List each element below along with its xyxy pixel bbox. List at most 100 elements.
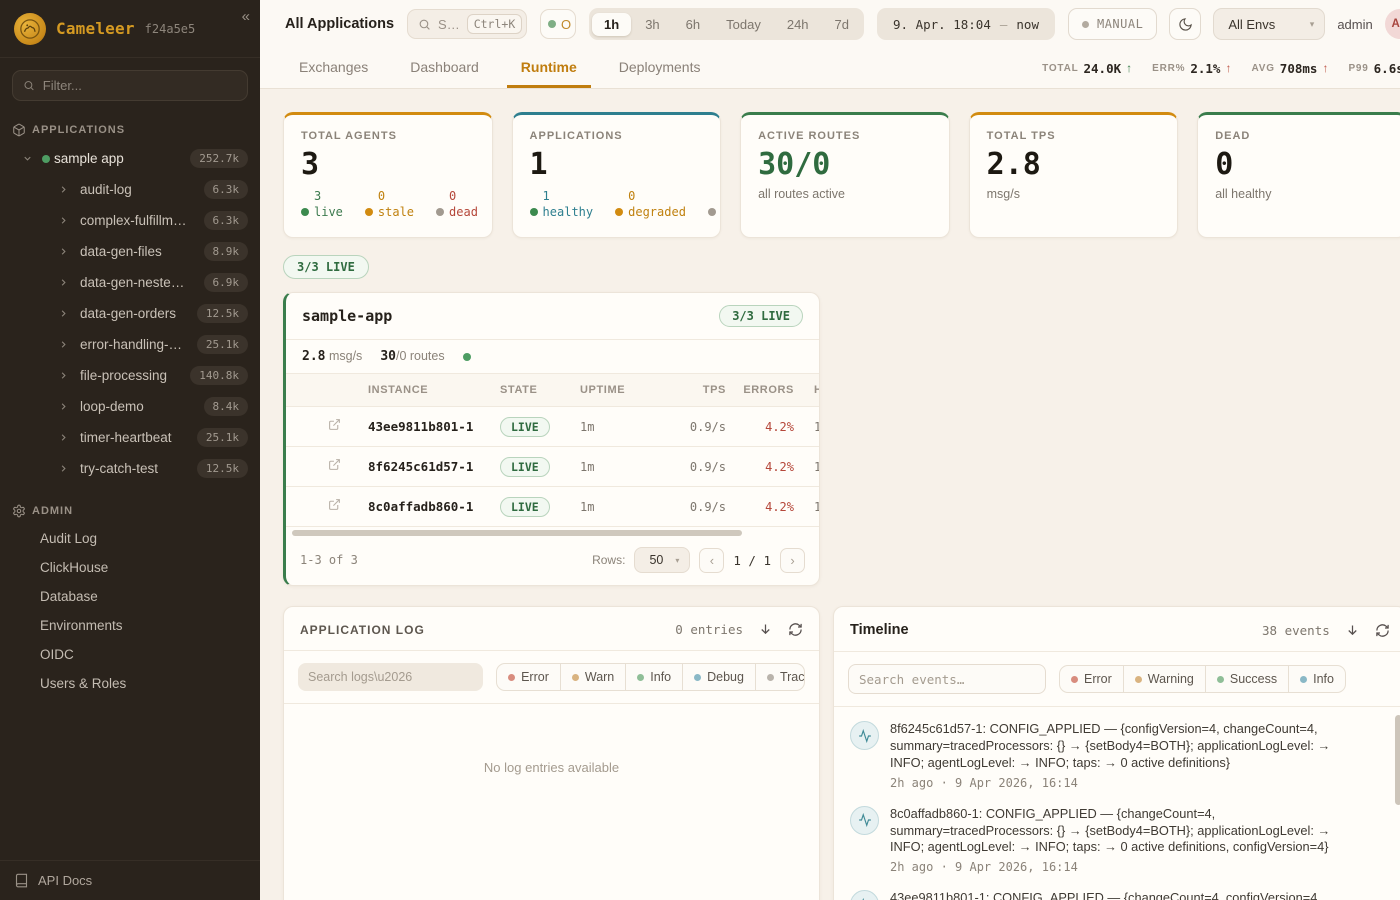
table-row[interactable]: 8c0affadb860-1 LIVE 1m 0.9/s 4.2% 1 <box>286 487 819 527</box>
card-subtitle: msg/s <box>987 187 1161 201</box>
chevron-right-icon[interactable] <box>58 246 74 257</box>
live-overview-chip[interactable]: 3/3 LIVE <box>283 255 369 279</box>
sidebar-item-error-handling[interactable]: error-handling-…25.1k <box>0 329 260 360</box>
error-dot <box>1071 676 1078 683</box>
tree-item-label: timer-heartbeat <box>80 430 172 445</box>
time-range-1h[interactable]: 1h <box>592 13 631 36</box>
admin-section-header: ADMIN <box>0 496 260 524</box>
search-hint-text: S… <box>438 17 460 32</box>
chevron-right-icon[interactable] <box>58 401 74 412</box>
sidebar-item-data-gen-orders[interactable]: data-gen-orders12.5k <box>0 298 260 329</box>
table-row[interactable]: 43ee9811b801-1 LIVE 1m 0.9/s 4.2% 1 <box>286 407 819 447</box>
time-range-24h[interactable]: 24h <box>775 13 821 36</box>
chevron-down-icon[interactable] <box>22 153 38 164</box>
timeline-event[interactable]: 8f6245c61d57-1: CONFIG_APPLIED — {config… <box>850 721 1384 790</box>
stat-value: 708ms <box>1280 61 1318 76</box>
filter-chip-warn[interactable]: Warn <box>560 664 625 690</box>
chevron-right-icon[interactable] <box>58 339 74 350</box>
download-icon[interactable] <box>758 622 773 637</box>
sidebar-item-users-roles[interactable]: Users & Roles <box>0 669 260 698</box>
filter-chip-success[interactable]: Success <box>1205 666 1288 692</box>
sidebar-item-environments[interactable]: Environments <box>0 611 260 640</box>
sidebar-item-file-processing[interactable]: file-processing140.8k <box>0 360 260 391</box>
manual-label: MANUAL <box>1097 17 1143 31</box>
refresh-icon[interactable] <box>1375 623 1390 638</box>
timeline-search-input[interactable] <box>848 664 1046 694</box>
amber-dot <box>615 208 623 216</box>
time-range-6h[interactable]: 6h <box>674 13 712 36</box>
chevron-right-icon[interactable] <box>58 308 74 319</box>
sidebar-collapse-icon[interactable]: « <box>242 8 250 25</box>
sidebar-item-oidc[interactable]: OIDC <box>0 640 260 669</box>
tab-deployments[interactable]: Deployments <box>605 48 715 88</box>
sidebar-item-audit-log-admin[interactable]: Audit Log <box>0 524 260 553</box>
timeline-scrollbar[interactable] <box>1395 715 1400 805</box>
filter-chip-warning[interactable]: Warning <box>1123 666 1205 692</box>
tree-item-label: audit-log <box>80 182 132 197</box>
chevron-right-icon[interactable] <box>58 370 74 381</box>
sidebar-item-data-gen-nested[interactable]: data-gen-neste…6.9k <box>0 267 260 298</box>
stat-p99: P996.6s↑ <box>1348 61 1400 76</box>
next-page-button[interactable]: › <box>780 548 805 573</box>
sidebar-item-audit-log[interactable]: audit-log6.3k <box>0 174 260 205</box>
time-range-3h[interactable]: 3h <box>633 13 671 36</box>
timeline-event[interactable]: 43ee9811b801-1: CONFIG_APPLIED — {change… <box>850 890 1384 900</box>
horizontal-scrollbar[interactable] <box>292 529 813 537</box>
instance-id: 43ee9811b801-1 <box>368 419 500 434</box>
manual-refresh-toggle[interactable]: MANUAL <box>1068 8 1157 40</box>
sidebar: Cameleer f24a5e5 « APPLICATIONS sample a… <box>0 0 260 900</box>
timeline-events-list[interactable]: 8f6245c61d57-1: CONFIG_APPLIED — {config… <box>834 707 1400 900</box>
connection-status-pill[interactable]: O <box>540 9 576 39</box>
filter-input[interactable] <box>43 78 237 93</box>
external-link-icon[interactable] <box>328 498 368 516</box>
sidebar-item-database[interactable]: Database <box>0 582 260 611</box>
external-link-icon[interactable] <box>328 458 368 476</box>
sidebar-item-loop-demo[interactable]: loop-demo8.4k <box>0 391 260 422</box>
prev-page-button[interactable]: ‹ <box>699 548 724 573</box>
sidebar-item-clickhouse[interactable]: ClickHouse <box>0 553 260 582</box>
filter-chip-info[interactable]: Info <box>625 664 682 690</box>
chevron-right-icon[interactable] <box>58 463 74 474</box>
tab-runtime[interactable]: Runtime <box>507 48 591 88</box>
global-search-button[interactable]: S… Ctrl+K <box>407 9 527 39</box>
gear-icon <box>12 504 26 518</box>
chevron-right-icon[interactable] <box>58 432 74 443</box>
table-row[interactable]: 8f6245c61d57-1 LIVE 1m 0.9/s 4.2% 1 <box>286 447 819 487</box>
sidebar-item-try-catch-test[interactable]: try-catch-test12.5k <box>0 453 260 484</box>
sidebar-item-data-gen-files[interactable]: data-gen-files8.9k <box>0 236 260 267</box>
filter-chip-debug[interactable]: Debug <box>682 664 755 690</box>
rows-per-page-select[interactable]: 50▾ <box>634 547 690 573</box>
chevron-right-icon[interactable] <box>58 184 74 195</box>
time-range-today[interactable]: Today <box>714 13 773 36</box>
filter-chip-error[interactable]: Error <box>1060 666 1123 692</box>
stat-label: TOTAL <box>1042 63 1078 74</box>
avatar[interactable]: AD <box>1385 9 1400 39</box>
log-search-input[interactable] <box>298 663 483 691</box>
theme-toggle-button[interactable] <box>1169 8 1201 40</box>
filter-chip-trace[interactable]: Trace <box>755 664 805 690</box>
chevron-right-icon[interactable] <box>58 277 74 288</box>
card-title: DEAD <box>1215 130 1389 142</box>
tab-dashboard[interactable]: Dashboard <box>396 48 493 88</box>
table-header-row: INSTANCE STATE UPTIME TPS ERRORS H <box>286 374 819 407</box>
sidebar-item-complex-fulfillment[interactable]: complex-fulfillm…6.3k <box>0 205 260 236</box>
timeline-event[interactable]: 8c0affadb860-1: CONFIG_APPLIED — {change… <box>850 806 1384 875</box>
tab-bar: Exchanges Dashboard Runtime Deployments … <box>260 48 1400 89</box>
sidebar-item-timer-heartbeat[interactable]: timer-heartbeat25.1k <box>0 422 260 453</box>
environment-select[interactable]: All Envs ▾ <box>1213 8 1325 40</box>
chevron-right-icon[interactable] <box>58 215 74 226</box>
tab-exchanges[interactable]: Exchanges <box>285 48 382 88</box>
external-link-icon[interactable] <box>328 418 368 436</box>
date-range-display[interactable]: 9. Apr. 18:04 – now <box>877 8 1055 40</box>
date-range-to: now <box>1016 17 1039 32</box>
card-value: 1 <box>530 148 704 181</box>
sidebar-item-sample-app[interactable]: sample app 252.7k <box>0 143 260 174</box>
errors-cell: 4.2% <box>736 500 800 514</box>
info-dot <box>637 674 644 681</box>
filter-chip-info[interactable]: Info <box>1288 666 1345 692</box>
time-range-7d[interactable]: 7d <box>823 13 861 36</box>
refresh-icon[interactable] <box>788 622 803 637</box>
filter-chip-error[interactable]: Error <box>497 664 560 690</box>
api-docs-link[interactable]: API Docs <box>0 860 260 900</box>
download-icon[interactable] <box>1345 623 1360 638</box>
